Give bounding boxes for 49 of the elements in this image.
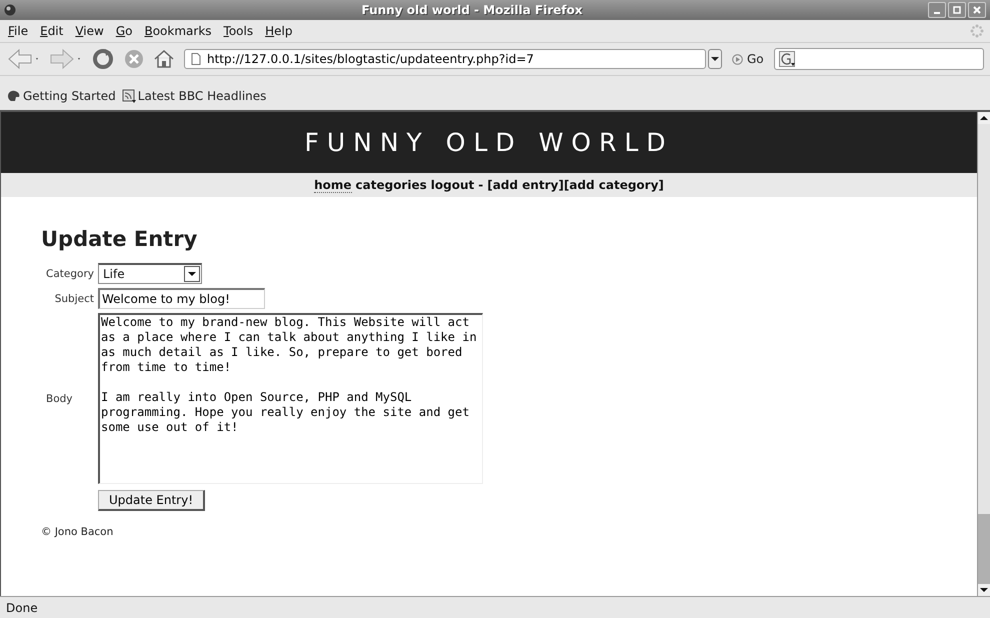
nav-separator: - [478, 178, 484, 192]
menu-item[interactable]: Edit [34, 22, 70, 40]
copyright-text: © Jono Bacon [41, 526, 114, 538]
field-label: Subject [54, 292, 95, 304]
search-engine-icon [778, 51, 795, 67]
body-textarea[interactable]: Welcome to my brand-new blog. This Website will act as a place where I can talk about anything I like in as much detail as I like. So, prepare to get bored from time to time! I am really into Open Source, PHP and MySQL programming. Hope you really enjoy the site and get some use out of it! [98, 313, 483, 484]
menu-item[interactable]: Go [110, 22, 138, 40]
menu-item[interactable]: View [69, 22, 110, 40]
scrollbar-thumb[interactable] [978, 514, 990, 584]
close-icon [973, 6, 981, 14]
nav-link[interactable]: [add entry] [487, 178, 564, 192]
minimize-button[interactable] [928, 2, 946, 18]
nav-link[interactable]: logout [430, 178, 474, 192]
bookmark-icon [7, 89, 21, 103]
status-text: Done [6, 600, 38, 614]
dropdown-button[interactable] [708, 49, 722, 69]
scroll-up-icon[interactable] [980, 115, 988, 121]
throbber-icon [970, 24, 984, 38]
menu-item[interactable]: Bookmarks [138, 22, 218, 40]
feed-icon [122, 89, 136, 103]
window-title: Funny old world - Mozilla Firefox [360, 3, 584, 17]
caret-icon [711, 56, 719, 62]
vertical-scrollbar[interactable] [977, 112, 990, 596]
site-title: FUNNY OLD WORLD [304, 128, 674, 157]
menu-item[interactable]: Tools [218, 22, 260, 40]
caret-icon [188, 271, 196, 277]
field-label: Category [46, 268, 95, 280]
nav-link[interactable]: [add category] [564, 178, 664, 192]
bookmark-item[interactable]: Latest BBC Headlines [118, 89, 270, 103]
scroll-down-icon[interactable] [980, 587, 988, 593]
play-icon [732, 54, 743, 64]
search-field[interactable] [774, 48, 984, 70]
page-heading: Update Entry [41, 227, 198, 251]
field-label: Body [45, 392, 74, 404]
close-button[interactable] [968, 2, 986, 18]
menu-item[interactable]: Help [259, 22, 298, 40]
bookmark-item[interactable]: Getting Started [4, 89, 119, 103]
category-select[interactable]: Life [98, 263, 202, 284]
page-icon [191, 53, 201, 65]
globe-icon [4, 4, 16, 16]
nav-link[interactable]: home [314, 178, 352, 192]
go-button[interactable]: Go [724, 52, 772, 66]
maximize-button[interactable] [948, 2, 966, 18]
update-entry-button[interactable]: Update Entry! [98, 490, 206, 511]
nav-link[interactable]: categories [356, 178, 427, 192]
menu-item[interactable]: File [2, 22, 34, 40]
subject-field[interactable]: Welcome to my blog! [98, 288, 265, 309]
maximize-icon [953, 6, 961, 14]
address-field[interactable]: http://127.0.0.1/sites/blogtastic/updateentry.php?id=7 [184, 49, 706, 69]
